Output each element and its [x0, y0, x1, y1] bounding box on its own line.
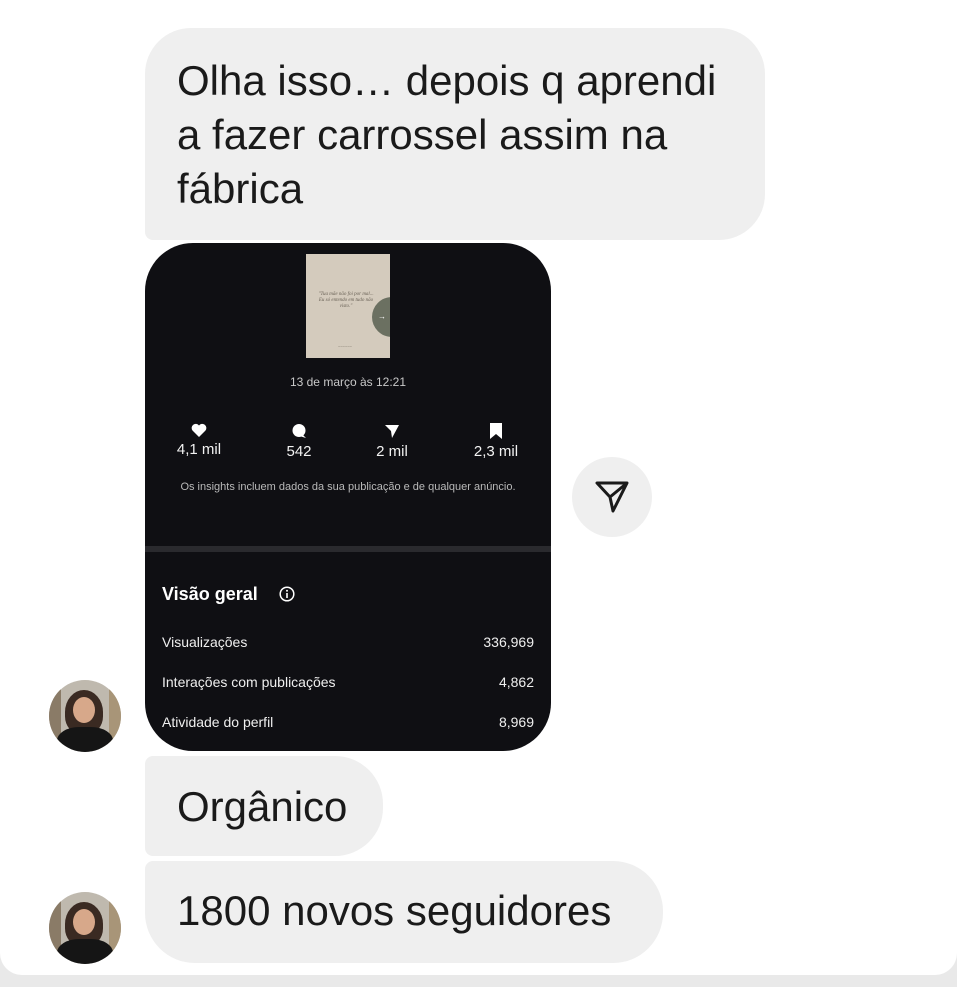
info-icon[interactable] [279, 586, 295, 602]
message-bubble[interactable]: 1800 novos seguidores [145, 861, 663, 963]
chat-thread: Olha isso… depois q aprendi a fazer carr… [0, 0, 957, 975]
divider [145, 546, 551, 552]
insights-note: Os insights incluem dados da sua publica… [180, 481, 516, 493]
bookmark-icon [490, 423, 502, 439]
post-date: 13 de março às 12:21 [289, 375, 407, 389]
message-bubble[interactable]: Olha isso… depois q aprendi a fazer carr… [145, 28, 765, 240]
message-bubble[interactable]: Orgânico [145, 756, 383, 856]
share-button[interactable] [572, 457, 652, 537]
overview-title: Visão geral [162, 584, 258, 604]
paper-plane-icon [595, 481, 629, 513]
avatar[interactable] [49, 680, 121, 752]
send-icon [385, 425, 399, 438]
stat-saves: 2,3 mil [456, 423, 536, 460]
message-text: Orgânico [177, 783, 348, 830]
avatar[interactable] [49, 892, 121, 964]
heart-icon [191, 423, 207, 437]
message-text: 1800 novos seguidores [177, 887, 612, 934]
comment-icon [292, 424, 306, 438]
post-thumbnail[interactable]: "Tua mãe não foi por mal... Eu só entend… [306, 254, 390, 358]
stat-shares: 2 mil [352, 423, 432, 460]
stat-likes: 4,1 mil [159, 423, 239, 458]
shared-post-insights[interactable]: "Tua mãe não foi por mal... Eu só entend… [145, 243, 551, 751]
thumbnail-text: "Tua mãe não foi por mal... Eu só entend… [318, 292, 374, 309]
message-text: Olha isso… depois q aprendi a fazer carr… [177, 57, 717, 212]
arrow-right-icon: → [378, 312, 386, 321]
stat-comments: 542 [259, 423, 339, 460]
